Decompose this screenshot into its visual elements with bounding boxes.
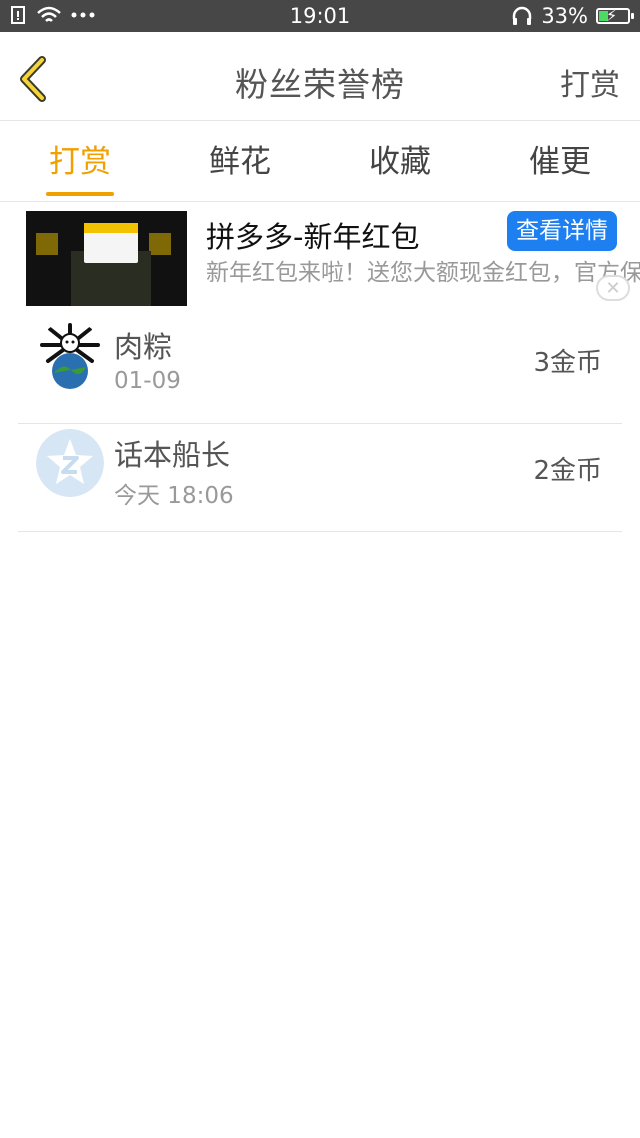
reward-button[interactable]: 打赏 [560, 60, 620, 104]
battery-icon: ⚡ [596, 6, 634, 25]
ad-image[interactable] [26, 211, 187, 306]
ad-image-card-header [84, 223, 138, 233]
ad-image-decoration [149, 233, 171, 255]
tab-urge-update[interactable]: 催更 [489, 121, 631, 201]
coin-amount: 2金币 [533, 456, 602, 486]
ad-description: 新年红包来啦！送您大额现金红包，官方保证，真实有效！ [206, 260, 640, 286]
tab-label: 打赏 [49, 144, 111, 180]
charging-icon: ⚡ [606, 6, 618, 25]
tab-label: 催更 [529, 144, 591, 180]
status-bar: 19:01 33% ⚡ [0, 0, 640, 32]
ad-image-decoration [36, 233, 58, 255]
tab-reward[interactable]: 打赏 [9, 121, 151, 201]
ad-title[interactable]: 拼多多-新年红包 [206, 214, 419, 256]
coin-amount: 3金币 [533, 348, 602, 378]
close-icon[interactable]: ✕ [596, 275, 630, 301]
battery-percent: 33% [541, 4, 588, 28]
ad-details-button[interactable]: 查看详情 [507, 211, 617, 251]
fan-name: 肉粽 [114, 330, 173, 364]
list-item[interactable]: 话本船长 今天 18:06 2金币 [18, 414, 622, 532]
tab-bar: 打赏 鲜花 收藏 催更 [0, 121, 640, 202]
reward-date: 今天 18:06 [114, 483, 234, 509]
fan-name: 话本船长 [114, 438, 231, 472]
active-tab-indicator [46, 192, 114, 196]
tab-flowers[interactable]: 鲜花 [169, 121, 311, 201]
header: 粉丝荣誉榜 打赏 [0, 32, 640, 121]
page-title: 粉丝荣誉榜 [235, 65, 405, 104]
tab-label: 鲜花 [209, 144, 271, 180]
headphones-icon [513, 6, 532, 25]
status-right: 33% ⚡ [511, 4, 634, 28]
avatar [36, 321, 104, 389]
reward-date: 01-09 [114, 368, 181, 394]
tab-label: 收藏 [369, 144, 431, 180]
tab-favorites[interactable]: 收藏 [329, 121, 471, 201]
list-item[interactable]: 肉粽 01-09 3金币 [18, 306, 622, 424]
avatar [36, 429, 104, 497]
